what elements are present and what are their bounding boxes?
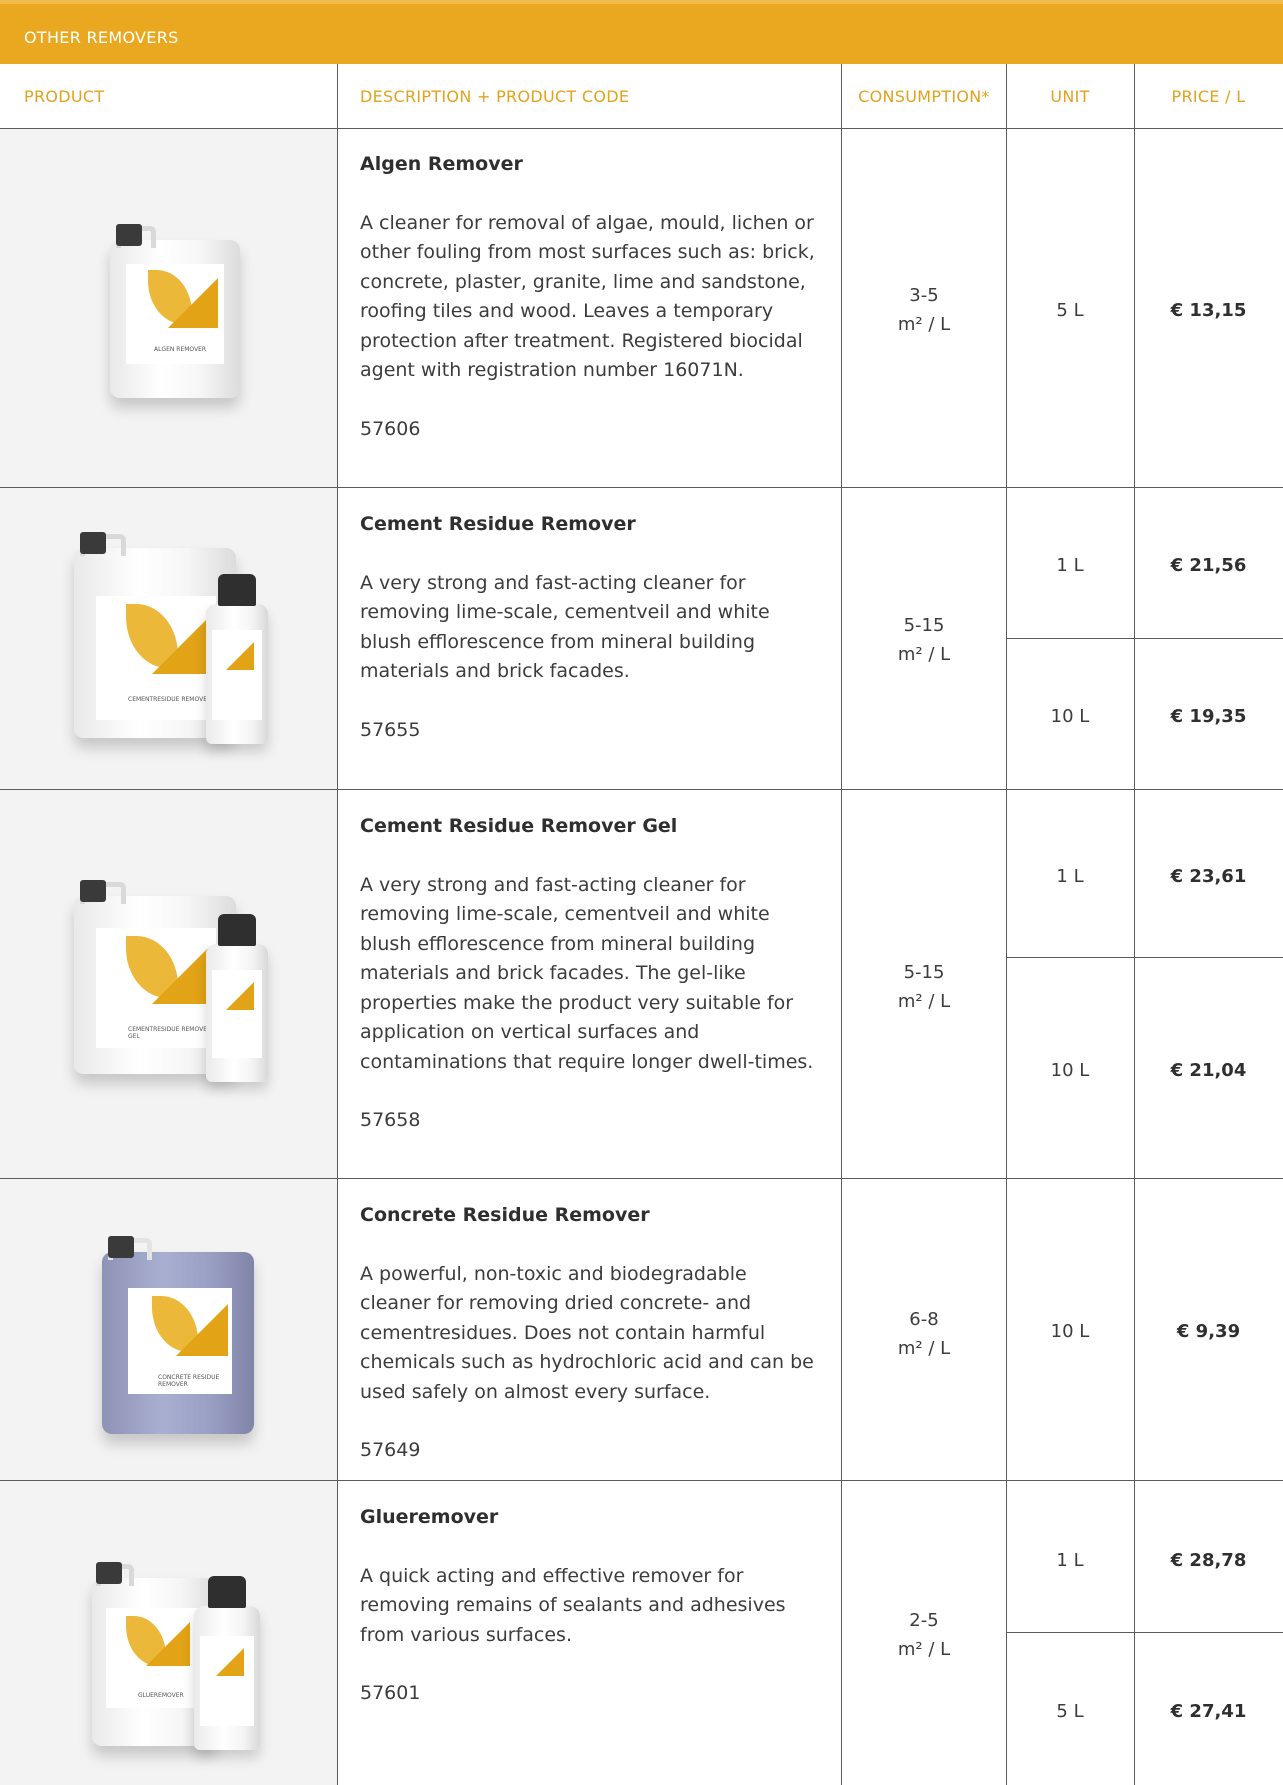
unit-value: 1 L bbox=[1056, 1550, 1084, 1571]
row-divider bbox=[0, 487, 1283, 488]
sub-row-divider bbox=[1006, 957, 1283, 958]
price-value: € 9,39 bbox=[1176, 1321, 1241, 1342]
row-divider bbox=[0, 789, 1283, 790]
product-name: Cement Residue Remover Gel bbox=[360, 815, 678, 837]
price-value: € 23,61 bbox=[1170, 866, 1247, 887]
consumption-cell: 6-8 m² / L bbox=[841, 1305, 1007, 1363]
unit-value: 1 L bbox=[1056, 555, 1084, 576]
sub-row-divider bbox=[1006, 638, 1283, 639]
column-divider bbox=[1134, 64, 1135, 1785]
consumption-range: 5-15 bbox=[903, 962, 945, 983]
product-name: Cement Residue Remover bbox=[360, 513, 636, 535]
price-value: € 19,35 bbox=[1170, 706, 1247, 727]
product-description-cell: Cement Residue Remover A very strong and… bbox=[360, 510, 820, 745]
unit-value: 10 L bbox=[1050, 706, 1090, 727]
product-description: A cleaner for removal of algae, mould, l… bbox=[360, 211, 815, 382]
consumption-cell: 5-15 m² / L bbox=[841, 958, 1007, 1016]
section-title: OTHER REMOVERS bbox=[0, 0, 1283, 64]
consumption-range: 6-8 bbox=[909, 1309, 939, 1330]
product-description: A very strong and fast-acting cleaner fo… bbox=[360, 571, 770, 683]
consumption-range: 3-5 bbox=[909, 285, 939, 306]
row-divider bbox=[0, 1178, 1283, 1179]
product-name: Algen Remover bbox=[360, 153, 523, 175]
price-value: € 21,56 bbox=[1170, 555, 1247, 576]
label-text: ALGEN REMOVER bbox=[154, 346, 207, 353]
product-description-cell: Algen Remover A cleaner for removal of a… bbox=[360, 150, 820, 444]
product-description-cell: Concrete Residue Remover A powerful, non… bbox=[360, 1201, 820, 1466]
consumption-unit: m² / L bbox=[897, 644, 951, 665]
row-divider bbox=[0, 128, 1283, 129]
product-description: A quick acting and effective remover for… bbox=[360, 1564, 786, 1646]
row-divider bbox=[0, 1480, 1283, 1481]
column-divider bbox=[1006, 64, 1007, 1785]
column-divider bbox=[337, 64, 338, 1785]
price-value: € 28,78 bbox=[1170, 1550, 1247, 1571]
product-name: Concrete Residue Remover bbox=[360, 1204, 650, 1226]
price-value: € 21,04 bbox=[1170, 1060, 1247, 1081]
consumption-cell: 5-15 m² / L bbox=[841, 611, 1007, 669]
product-description: A very strong and fast-acting cleaner fo… bbox=[360, 873, 814, 1073]
label-text: CONCRETE RESIDUE REMOVER bbox=[158, 1374, 220, 1388]
consumption-range: 5-15 bbox=[903, 615, 945, 636]
label-text: GLUEREMOVER bbox=[138, 1692, 184, 1699]
consumption-cell: 2-5 m² / L bbox=[841, 1606, 1007, 1664]
unit-value: 10 L bbox=[1050, 1321, 1090, 1342]
consumption-unit: m² / L bbox=[897, 991, 951, 1012]
sub-row-divider bbox=[1006, 1632, 1283, 1633]
column-header-description: DESCRIPTION + PRODUCT CODE bbox=[360, 86, 630, 106]
unit-value: 5 L bbox=[1056, 1701, 1084, 1722]
column-divider bbox=[841, 64, 842, 1785]
column-header-consumption: CONSUMPTION* bbox=[858, 86, 990, 106]
product-code: 57601 bbox=[360, 1682, 421, 1704]
unit-value: 10 L bbox=[1050, 1060, 1090, 1081]
product-description-cell: Cement Residue Remover Gel A very strong… bbox=[360, 812, 820, 1136]
column-header-product: PRODUCT bbox=[24, 86, 105, 106]
product-description: A powerful, non-toxic and biodegradable … bbox=[360, 1262, 814, 1403]
column-header-price: PRICE / L bbox=[1171, 86, 1246, 106]
product-code: 57658 bbox=[360, 1109, 421, 1131]
price-value: € 27,41 bbox=[1170, 1701, 1247, 1722]
consumption-unit: m² / L bbox=[897, 1338, 951, 1359]
consumption-unit: m² / L bbox=[897, 1639, 951, 1660]
column-header-unit: UNIT bbox=[1050, 86, 1090, 106]
consumption-range: 2-5 bbox=[909, 1610, 939, 1631]
label-text: CEMENTRESIDUE REMOVER bbox=[128, 696, 212, 703]
product-code: 57649 bbox=[360, 1439, 421, 1461]
consumption-unit: m² / L bbox=[897, 314, 951, 335]
price-value: € 13,15 bbox=[1170, 300, 1247, 321]
product-code: 57655 bbox=[360, 718, 421, 741]
product-name: Glueremover bbox=[360, 1506, 499, 1528]
consumption-cell: 3-5 m² / L bbox=[841, 281, 1007, 339]
label-text: CEMENTRESIDUE REMOVER GEL bbox=[128, 1026, 212, 1040]
product-code: 57606 bbox=[360, 417, 421, 440]
unit-value: 5 L bbox=[1056, 300, 1084, 321]
product-description-cell: Glueremover A quick acting and effective… bbox=[360, 1503, 820, 1709]
unit-value: 1 L bbox=[1056, 866, 1084, 887]
